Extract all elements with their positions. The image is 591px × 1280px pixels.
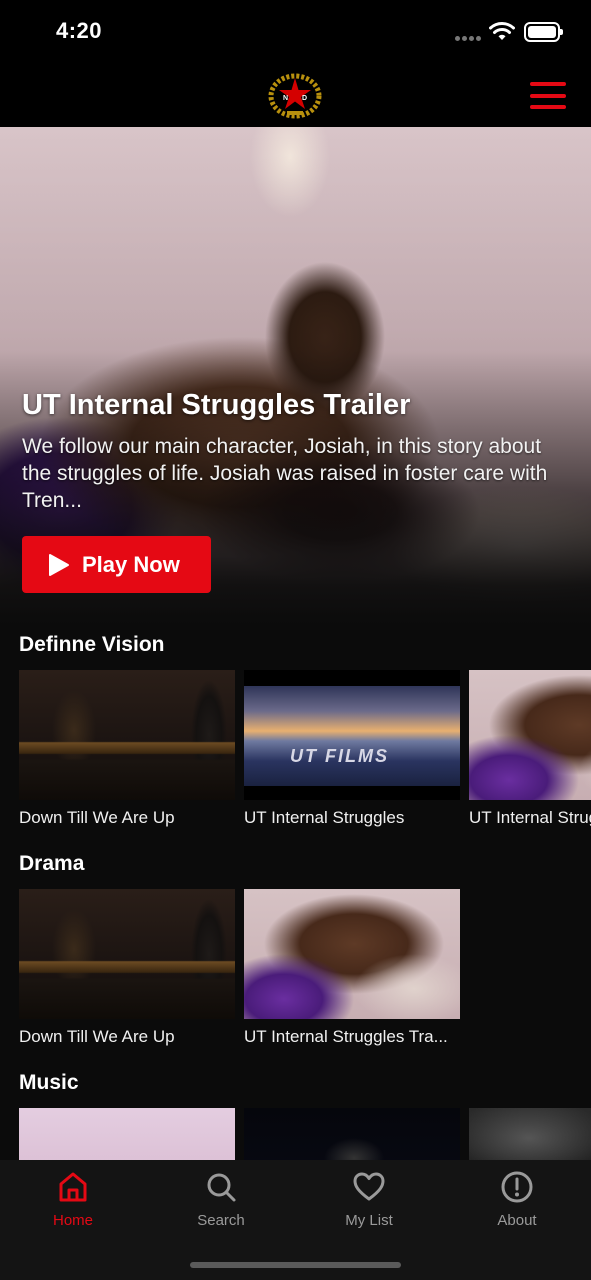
status-bar: 4:20 xyxy=(0,0,591,62)
video-card[interactable]: UT Internal Struggles Trailer xyxy=(469,670,591,840)
search-icon xyxy=(207,1173,236,1202)
tab-label: Home xyxy=(52,1212,93,1229)
tab-label: My List xyxy=(345,1212,393,1229)
wifi-icon xyxy=(489,22,515,40)
content-row[interactable] xyxy=(19,1108,591,1160)
row-title-definne-vision: Definne Vision xyxy=(19,633,165,656)
video-title: Down Till We Are Up xyxy=(19,808,175,827)
play-now-button[interactable]: Play Now xyxy=(22,536,211,593)
row-title-drama: Drama xyxy=(19,852,85,875)
video-card[interactable]: Down Till We Are Up xyxy=(19,889,235,1059)
video-title: Down Till We Are Up xyxy=(19,1027,175,1046)
home-indicator xyxy=(190,1262,401,1268)
video-thumbnail xyxy=(469,670,591,800)
tab-label: Search xyxy=(197,1212,245,1229)
video-thumbnail xyxy=(19,670,235,800)
row-title-music: Music xyxy=(19,1071,79,1094)
video-card[interactable]: UT Internal Struggles Tra... xyxy=(244,889,460,1059)
play-icon xyxy=(49,553,69,576)
video-title: UT Internal Struggles xyxy=(244,808,405,827)
hero-description: We follow our main character, Josiah, in… xyxy=(22,435,548,512)
thumbnail-logo-text: UT FILMS xyxy=(290,746,389,766)
tab-home[interactable]: Home xyxy=(18,1170,128,1240)
tab-label: About xyxy=(497,1212,537,1229)
signal-icon xyxy=(455,36,481,41)
video-thumbnail xyxy=(19,889,235,1019)
video-thumbnail xyxy=(244,1108,460,1160)
tab-about[interactable]: About xyxy=(462,1170,572,1240)
info-icon xyxy=(501,1171,533,1203)
svg-text:D: D xyxy=(302,95,307,102)
video-card[interactable] xyxy=(244,1108,460,1160)
video-card[interactable]: UT FILMS UT Internal Struggles xyxy=(244,670,460,840)
content-row[interactable]: Down Till We Are Up UT Internal Struggle… xyxy=(19,889,591,1059)
status-time: 4:20 xyxy=(56,18,103,43)
content-row[interactable]: Down Till We Are Up UT FILMS UT Internal… xyxy=(19,670,591,840)
video-card[interactable] xyxy=(19,1108,235,1160)
tab-search[interactable]: Search xyxy=(166,1170,276,1240)
home-icon xyxy=(59,1172,87,1202)
video-card[interactable] xyxy=(469,1108,591,1160)
tab-my-list[interactable]: My List xyxy=(314,1170,424,1240)
play-now-label: Play Now xyxy=(82,551,180,577)
video-thumbnail xyxy=(469,1108,591,1160)
hamburger-menu-icon[interactable] xyxy=(530,82,566,109)
studio-logo-icon[interactable]: N D xyxy=(265,70,325,120)
video-card[interactable]: Down Till We Are Up xyxy=(19,670,235,840)
video-thumbnail: UT FILMS xyxy=(244,670,460,800)
heart-icon xyxy=(353,1172,385,1201)
svg-text:N: N xyxy=(283,95,288,102)
app-header: N D xyxy=(0,62,591,127)
battery-icon xyxy=(524,22,563,42)
hero-title: UT Internal Struggles Trailer xyxy=(22,389,411,421)
video-thumbnail xyxy=(19,1108,235,1160)
app-screen: 4:20 N D UT Internal Struggles Trailer W… xyxy=(0,0,591,1280)
hero-banner[interactable]: UT Internal Struggles Trailer We follow … xyxy=(0,127,591,625)
video-title: UT Internal Struggles Trailer xyxy=(469,808,591,827)
video-thumbnail xyxy=(244,889,460,1019)
video-title: UT Internal Struggles Tra... xyxy=(244,1027,448,1046)
